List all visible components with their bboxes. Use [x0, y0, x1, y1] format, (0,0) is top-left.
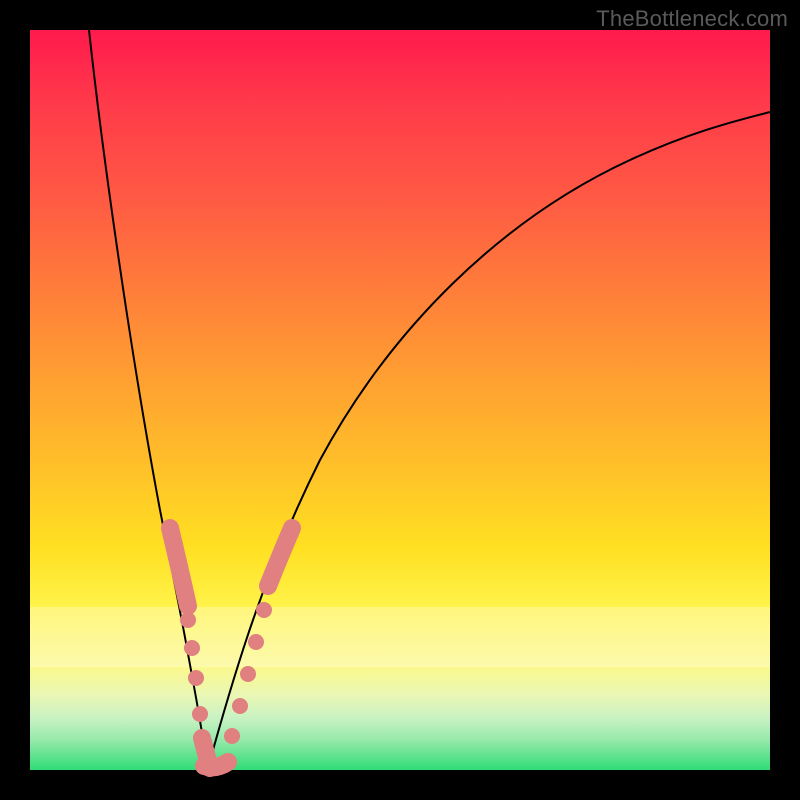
curve-svg [30, 30, 770, 770]
marker-dot [248, 634, 264, 650]
marker-dot [240, 666, 256, 682]
marker-dot [184, 640, 200, 656]
marker-pill [268, 528, 292, 586]
marker-dot [176, 582, 192, 598]
chart-frame: TheBottleneck.com [0, 0, 800, 800]
marker-dot [232, 698, 248, 714]
curve-left-branch [89, 30, 208, 768]
plot-area [30, 30, 770, 770]
watermark-text: TheBottleneck.com [596, 6, 788, 32]
marker-dot [188, 670, 204, 686]
marker-dot [180, 612, 196, 628]
marker-dot [170, 554, 186, 570]
marker-pill [204, 762, 228, 767]
marker-dot [256, 602, 272, 618]
marker-dot [224, 728, 240, 744]
curve-right-branch [208, 112, 770, 768]
marker-dot [192, 706, 208, 722]
